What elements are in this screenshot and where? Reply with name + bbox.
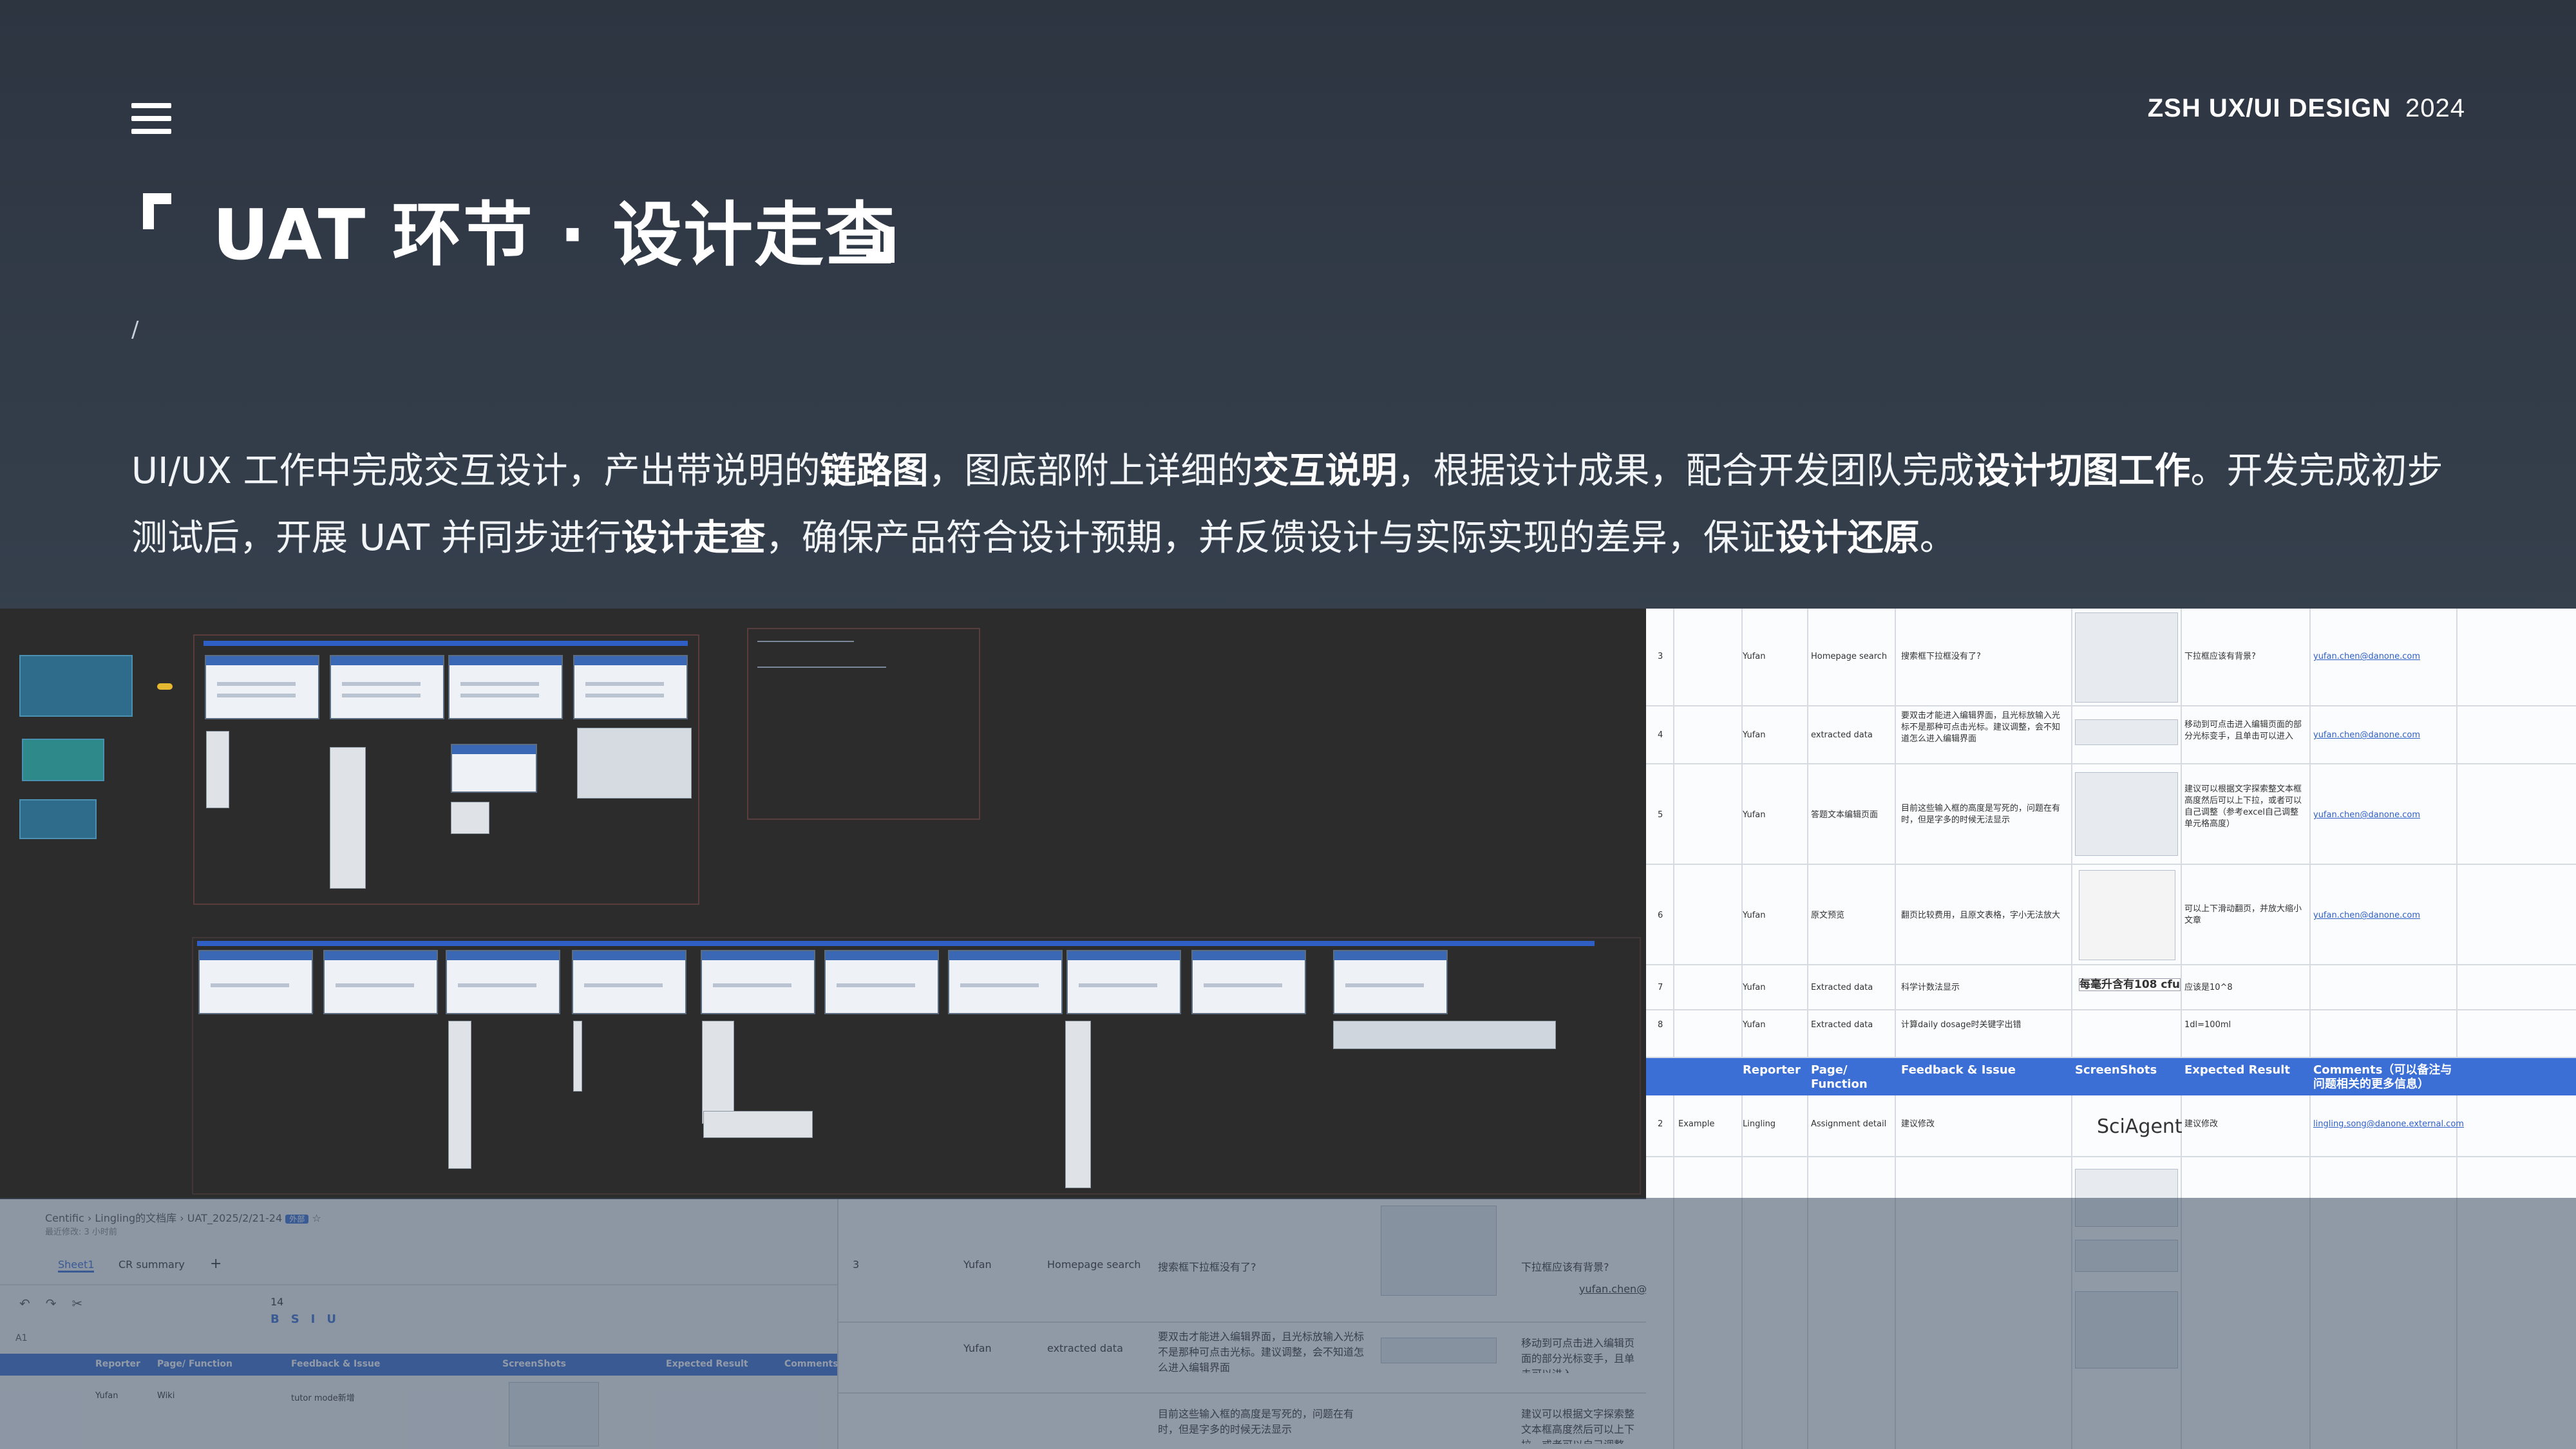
cell-reference[interactable]: A1 bbox=[15, 1333, 27, 1343]
screenshot-thumb[interactable] bbox=[2079, 870, 2175, 960]
screenshot-thumb[interactable]: SciAgent bbox=[2097, 1117, 2183, 1137]
screenshot-thumb[interactable] bbox=[2075, 1291, 2178, 1368]
bracket-close-icon bbox=[866, 227, 895, 263]
divider-slash: / bbox=[131, 317, 139, 343]
bracket-open-icon bbox=[143, 193, 171, 229]
email-link[interactable]: yufan.chen@danone.com bbox=[2313, 651, 2420, 663]
page-title: UAT 环节 · 设计走查 bbox=[213, 195, 896, 276]
table-row[interactable]: 7 Yufan Extracted data 科学计数法显示 每毫升含有108 … bbox=[1646, 965, 2576, 1010]
screen-mock bbox=[330, 655, 444, 719]
screen-mock bbox=[198, 950, 313, 1014]
table-row[interactable]: 4 Yufan extracted data 要双击才能进入编辑界面，且光标放输… bbox=[1646, 706, 2576, 764]
saved-status: 最近修改: 3 小时前 bbox=[45, 1227, 117, 1237]
email-link[interactable]: yufan.chen@danone.com bbox=[2313, 810, 2420, 821]
screenshot-thumb[interactable] bbox=[1381, 1338, 1497, 1363]
note-block bbox=[573, 1021, 582, 1092]
description: UI/UX 工作中完成交互设计，产出带说明的链路图，图底部附上详细的交互说明，根… bbox=[131, 450, 2443, 559]
menu-icon[interactable] bbox=[131, 103, 171, 134]
screen-mock bbox=[1066, 950, 1181, 1014]
screen-mock bbox=[446, 950, 560, 1014]
note-block bbox=[330, 747, 366, 889]
star-icon[interactable]: ☆ bbox=[312, 1212, 321, 1224]
table-row[interactable]: 8 Yufan Extracted data 计算daily dosage时关键… bbox=[1646, 1010, 2576, 1058]
screenshot-thumb[interactable] bbox=[2075, 612, 2178, 703]
screen-mock bbox=[701, 950, 815, 1014]
thumbnail bbox=[22, 739, 104, 781]
screen-mock bbox=[205, 655, 319, 719]
email-link[interactable]: yufan.chen@danone.com bbox=[2313, 910, 2420, 922]
toolbar-icons[interactable]: ↶↷✂ bbox=[19, 1296, 98, 1311]
note-block bbox=[448, 1021, 471, 1169]
connector-dot bbox=[157, 683, 173, 690]
screen-mock bbox=[1333, 950, 1448, 1014]
screen-mock bbox=[323, 950, 438, 1014]
table-row[interactable]: 5 Yufan 答题文本编辑页面 目前这些输入框的高度是写死的，问题在有时，但是… bbox=[1646, 764, 2576, 865]
screen-mock bbox=[451, 744, 537, 793]
uat-sheet: 3 Yufan Homepage search 搜索框下拉框没有了? 下拉框应该… bbox=[1646, 609, 2576, 1449]
tab-cr-summary[interactable]: CR summary bbox=[118, 1258, 185, 1271]
email-link[interactable]: lingling.song@danone.external.com bbox=[2313, 1119, 2464, 1130]
brand-year: 2024 bbox=[2405, 94, 2465, 122]
screenshot-thumb[interactable] bbox=[1381, 1206, 1497, 1296]
screenshot-thumb[interactable]: 每毫升含有108 cfu bbox=[2079, 978, 2181, 991]
screenshot-thumb[interactable] bbox=[2075, 772, 2178, 856]
note-block bbox=[703, 1111, 813, 1138]
screen-mock bbox=[573, 655, 688, 719]
brand-label: ZSH UX/UI DESIGN 2024 bbox=[2147, 94, 2465, 122]
note-line bbox=[757, 641, 854, 642]
screen-mock bbox=[824, 950, 939, 1014]
table-row[interactable]: 6 Yufan 原文预览 翻页比较费用，且原文表格，字小无法放大 可以上下滑动翻… bbox=[1646, 865, 2576, 965]
note-block bbox=[702, 1021, 734, 1124]
email-link[interactable]: yufan.chen@danone.com bbox=[2313, 730, 2420, 741]
breadcrumb[interactable]: Centific › Lingling的文档库 › UAT_2025/2/21-… bbox=[45, 1209, 321, 1225]
status-badge: 外部 bbox=[285, 1215, 309, 1224]
tab-sheet1[interactable]: Sheet1 bbox=[58, 1258, 95, 1273]
add-sheet-button[interactable]: + bbox=[210, 1256, 222, 1272]
notes-frame bbox=[747, 628, 980, 820]
font-size-select[interactable]: 14 bbox=[270, 1296, 283, 1308]
note-block bbox=[1333, 1021, 1556, 1049]
screenshot-thumb[interactable] bbox=[2075, 719, 2178, 745]
screen-mock bbox=[572, 950, 687, 1014]
screenshot-thumb[interactable] bbox=[509, 1382, 599, 1446]
screen-mock bbox=[948, 950, 1063, 1014]
table-header: Reporter Page/ Function Feedback & Issue… bbox=[1646, 1058, 2576, 1095]
screen-mock bbox=[448, 655, 563, 719]
thumbnail bbox=[19, 655, 133, 717]
format-icons[interactable]: BSIU bbox=[270, 1312, 348, 1326]
note-block bbox=[206, 731, 229, 808]
table-row[interactable]: 3 Yufan Homepage search 搜索框下拉框没有了? 下拉框应该… bbox=[1646, 609, 2576, 706]
note-block bbox=[451, 802, 489, 834]
table-header: Reporter Page/ Function Feedback & Issue… bbox=[0, 1354, 838, 1376]
design-canvas bbox=[0, 609, 1646, 1201]
table-row[interactable]: 2 Example Lingling Assignment detail 建议修… bbox=[1646, 1095, 2576, 1157]
note-block bbox=[1065, 1021, 1091, 1188]
screenshot-thumb[interactable] bbox=[2075, 1240, 2178, 1272]
screen-mock bbox=[1191, 950, 1306, 1014]
online-workbook: Centific › Lingling的文档库 › UAT_2025/2/21-… bbox=[0, 1199, 1646, 1449]
note-line bbox=[757, 667, 886, 668]
email-link[interactable]: yufan.chen@danone.com bbox=[1579, 1283, 1646, 1295]
screenshot-thumb[interactable] bbox=[2075, 1169, 2178, 1227]
thumbnail bbox=[19, 799, 97, 839]
note-block bbox=[577, 728, 692, 799]
